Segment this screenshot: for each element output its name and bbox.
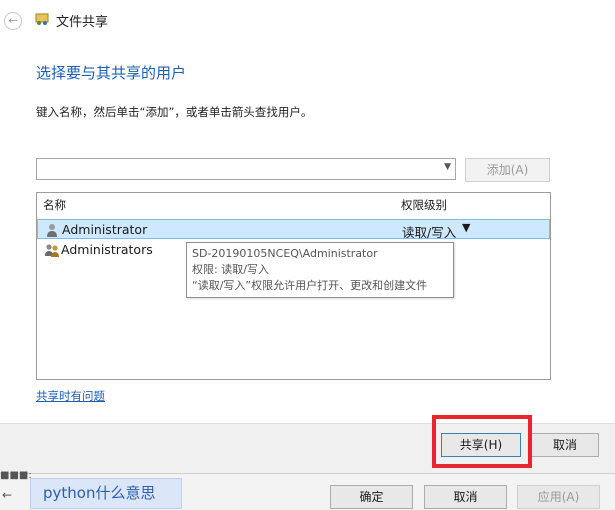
list-row-administrator[interactable]: Administrator 读取/写入 ▼ (37, 219, 550, 241)
background-text-fragment: ■■■: (0, 470, 32, 481)
dialog-footer (0, 423, 615, 474)
tooltip-account: SD-20190105NCEQ\Administrator (192, 247, 378, 260)
permission-tooltip: SD-20190105NCEQ\Administrator 权限: 读取/写入 … (186, 242, 454, 298)
network-share-icon (35, 13, 49, 25)
caret-down-icon[interactable]: ▼ (462, 221, 470, 234)
instruction-text: 键入名称，然后单击“添加”，或者单击箭头查找用户。 (36, 105, 313, 119)
user-name-combobox[interactable]: ▼ (36, 158, 456, 180)
column-header-permission[interactable]: 权限级别 (401, 197, 447, 213)
chevron-down-icon[interactable]: ▼ (444, 162, 451, 172)
column-header-name[interactable]: 名称 (43, 197, 66, 213)
background-ok-button[interactable]: 确定 (330, 485, 413, 509)
arrow-left-icon: ← (2, 488, 13, 502)
back-button[interactable]: ← (4, 12, 22, 30)
group-icon (45, 244, 59, 257)
permission-dropdown[interactable]: 读取/写入 (402, 222, 456, 241)
tooltip-description: “读取/写入”权限允许用户打开、更改和创建文件 (192, 279, 428, 292)
add-button[interactable]: 添加(A) (465, 158, 550, 182)
page-heading: 选择要与其共享的用户 (36, 64, 187, 82)
title-bar: ← 文件共享 (0, 0, 615, 40)
window-title: 文件共享 (56, 15, 109, 30)
share-button[interactable]: 共享(H) (441, 433, 521, 457)
background-cancel-button[interactable]: 取消 (424, 485, 507, 509)
list-header: 名称 权限级别 (37, 193, 550, 215)
tooltip-permission: 权限: 读取/写入 (192, 263, 269, 276)
row-name: Administrator (62, 222, 148, 237)
cancel-button[interactable]: 取消 (531, 433, 599, 457)
sharing-help-link[interactable]: 共享时有问题 (36, 388, 105, 404)
row-name: Administrators (61, 242, 153, 257)
background-tab[interactable]: python什么意思 (30, 478, 182, 509)
background-apply-button[interactable]: 应用(A) (517, 485, 600, 509)
user-icon (47, 224, 57, 237)
